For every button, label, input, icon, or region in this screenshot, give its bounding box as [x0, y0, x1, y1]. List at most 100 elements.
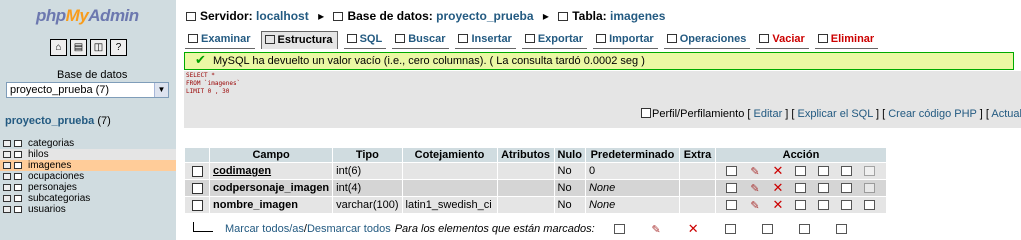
- table-item-categorias[interactable]: categorias: [0, 138, 176, 149]
- breadcrumb-server[interactable]: localhost: [256, 9, 309, 23]
- index-icon[interactable]: [836, 181, 857, 195]
- browse-icon[interactable]: [3, 173, 11, 180]
- profiling-checkbox[interactable]: [641, 108, 651, 118]
- table-icon: [14, 140, 22, 147]
- table-item-usuarios[interactable]: usuarios: [0, 204, 176, 215]
- tab-examinar[interactable]: Examinar: [185, 31, 255, 49]
- fulltext-selected-icon[interactable]: [831, 222, 852, 236]
- table-item-hilos[interactable]: hilos: [0, 149, 176, 160]
- unique-selected-icon[interactable]: [757, 222, 778, 236]
- delete-icon[interactable]: ✕: [767, 163, 788, 178]
- index-icon[interactable]: [836, 198, 857, 212]
- table-item-ocupaciones[interactable]: ocupaciones: [0, 171, 176, 182]
- search-icon: [395, 34, 406, 43]
- browse-icon[interactable]: [3, 184, 11, 191]
- table-row: codimagen int(6) No 0 ✎ ✕: [185, 163, 886, 179]
- edit-link[interactable]: Editar: [754, 108, 783, 120]
- col-predeterminado: Predeterminado: [585, 148, 679, 162]
- table-item-personajes[interactable]: personajes: [0, 182, 176, 193]
- sql-query-icon[interactable]: ▤: [70, 39, 87, 56]
- field-default: 0: [585, 163, 679, 179]
- edit-icon[interactable]: ✎: [744, 181, 765, 195]
- col-campo: Campo: [210, 148, 333, 162]
- table-icon: [14, 173, 22, 180]
- field-type: varchar(100): [333, 197, 402, 213]
- index-selected-icon[interactable]: [794, 222, 815, 236]
- tab-insertar[interactable]: Insertar: [455, 31, 516, 49]
- field-attributes: [497, 163, 554, 179]
- field-type: int(6): [333, 163, 402, 179]
- documentation-icon[interactable]: ?: [110, 39, 127, 56]
- table-icon: [14, 151, 22, 158]
- table-item-subcategorias[interactable]: subcategorias: [0, 193, 176, 204]
- tab-vaciar[interactable]: Vaciar: [756, 31, 809, 49]
- database-title[interactable]: proyecto_prueba (7): [5, 115, 111, 127]
- unique-icon[interactable]: [813, 164, 834, 178]
- browse-icon[interactable]: [3, 162, 11, 169]
- browse-icon[interactable]: [3, 151, 11, 158]
- index-icon[interactable]: [836, 164, 857, 178]
- check-all-link[interactable]: Marcar todos/as: [225, 223, 304, 235]
- row-checkbox[interactable]: [191, 165, 203, 177]
- import-icon: [596, 34, 607, 43]
- browse-selected-icon[interactable]: [609, 222, 630, 236]
- unique-icon[interactable]: [813, 198, 834, 212]
- tab-bar: Examinar Estructura SQL Buscar Insertar …: [185, 31, 884, 49]
- explain-sql-link[interactable]: Explicar el SQL: [798, 108, 873, 120]
- tab-estructura[interactable]: Estructura: [260, 31, 338, 49]
- breadcrumb-database[interactable]: proyecto_prueba: [436, 9, 533, 23]
- table-item-imagenes[interactable]: imagenes: [0, 160, 176, 171]
- browse-icon[interactable]: [3, 140, 11, 147]
- uncheck-all-link[interactable]: Desmarcar todos: [307, 223, 391, 235]
- breadcrumb-table[interactable]: imagenes: [610, 9, 665, 23]
- primary-key-icon[interactable]: [790, 164, 811, 178]
- unique-icon[interactable]: [813, 181, 834, 195]
- field-type: int(4): [333, 180, 402, 196]
- browse-distinct-icon[interactable]: [721, 164, 742, 178]
- field-null: No: [554, 163, 585, 179]
- database-label: Base de datos: [57, 69, 128, 81]
- field-extra: [679, 163, 715, 179]
- browse-icon[interactable]: [3, 195, 11, 202]
- col-accion: Acción: [715, 148, 886, 162]
- browse-distinct-icon[interactable]: [721, 198, 742, 212]
- export-icon: [524, 34, 535, 43]
- table-icon: [14, 162, 22, 169]
- field-default: None: [585, 197, 679, 213]
- phpmyadmin-logo[interactable]: phpMyAdmin: [36, 6, 139, 26]
- delete-selected-icon[interactable]: ✕: [683, 221, 704, 236]
- insert-icon: [458, 34, 469, 43]
- edit-icon[interactable]: ✎: [744, 164, 765, 178]
- field-attributes: [497, 180, 554, 196]
- primary-key-icon[interactable]: [790, 181, 811, 195]
- create-php-link[interactable]: Crear código PHP: [888, 108, 976, 120]
- edit-selected-icon[interactable]: ✎: [646, 222, 667, 236]
- tab-exportar[interactable]: Exportar: [521, 31, 588, 49]
- field-name: nombre_imagen: [210, 197, 333, 213]
- table-icon: [14, 184, 22, 191]
- tab-buscar[interactable]: Buscar: [392, 31, 450, 49]
- browse-distinct-icon[interactable]: [721, 181, 742, 195]
- delete-icon[interactable]: ✕: [767, 180, 788, 195]
- row-checkbox[interactable]: [191, 199, 203, 211]
- delete-icon[interactable]: ✕: [767, 197, 788, 212]
- database-select[interactable]: proyecto_prueba (7) ▼: [6, 82, 169, 98]
- chevron-down-icon[interactable]: ▼: [154, 83, 168, 97]
- edit-icon[interactable]: ✎: [744, 198, 765, 212]
- tab-eliminar[interactable]: Eliminar: [814, 31, 879, 49]
- primary-key-icon[interactable]: [790, 198, 811, 212]
- row-checkbox[interactable]: [191, 182, 203, 194]
- fulltext-icon[interactable]: [859, 181, 880, 195]
- fulltext-icon[interactable]: [859, 198, 880, 212]
- fulltext-icon[interactable]: [859, 164, 880, 178]
- refresh-link[interactable]: Actuali: [991, 108, 1021, 120]
- tab-operaciones[interactable]: Operaciones: [663, 31, 751, 49]
- with-selected-label: Para los elementos que están marcados:: [394, 223, 595, 235]
- primary-selected-icon[interactable]: [720, 222, 741, 236]
- tab-importar[interactable]: Importar: [593, 31, 658, 49]
- tab-sql[interactable]: SQL: [343, 31, 387, 49]
- field-collation: [402, 180, 497, 196]
- query-window-icon[interactable]: ◫: [90, 39, 107, 56]
- browse-icon[interactable]: [3, 206, 11, 213]
- home-icon[interactable]: ⌂: [50, 39, 67, 56]
